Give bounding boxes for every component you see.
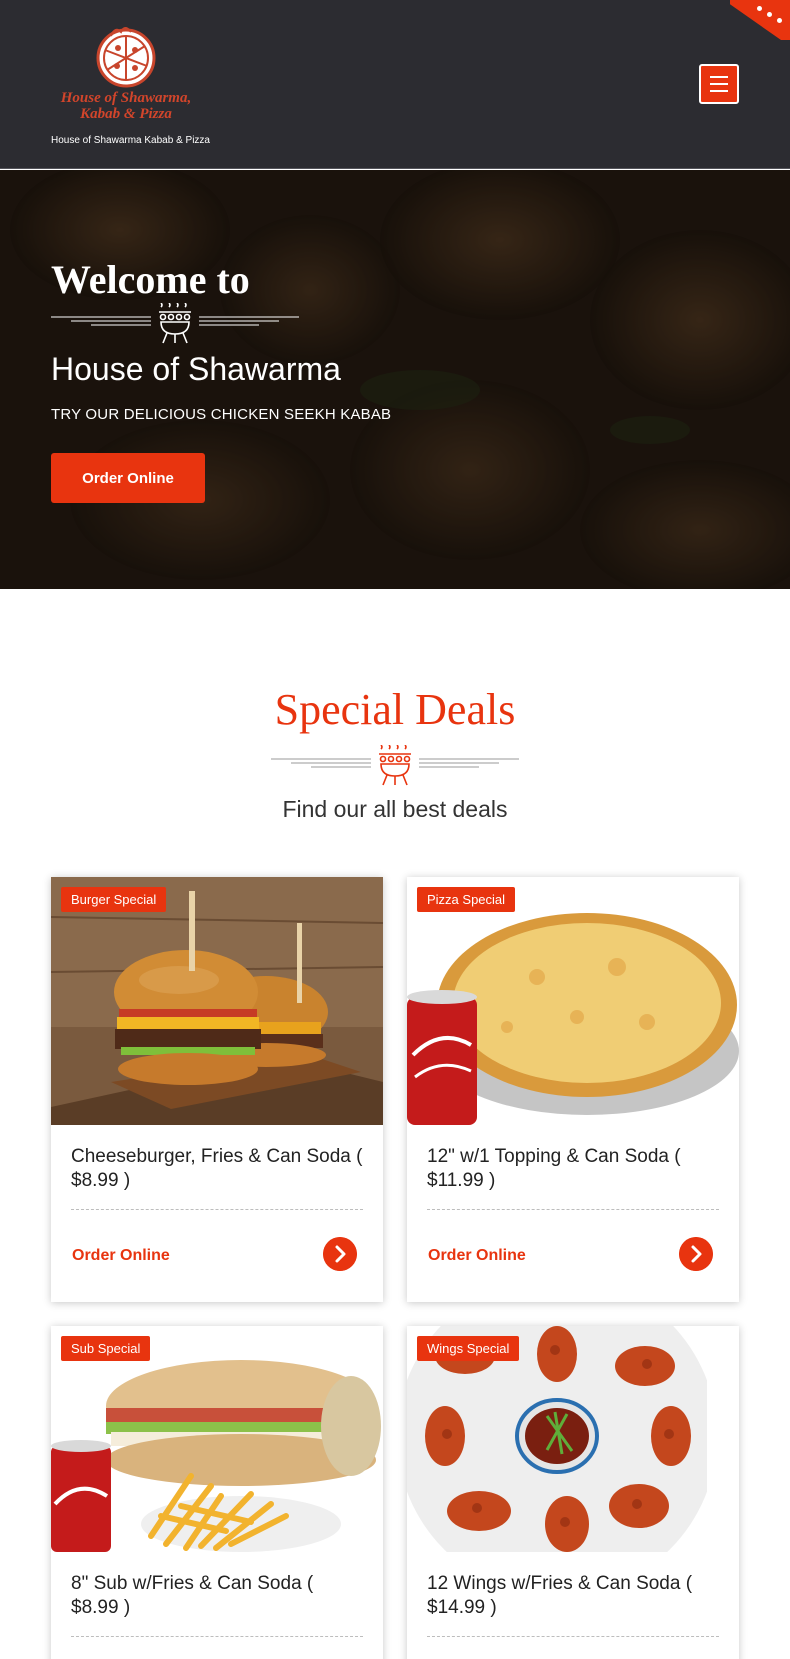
card-divider [71,1209,363,1210]
logo-text-line1: House of Shawarma, [60,90,191,106]
hamburger-menu-icon [710,76,728,78]
card-title[interactable]: Cheeseburger, Fries & Can Soda ( $8.99 ) [71,1145,363,1193]
card-order-online-link[interactable]: Order Online [72,1247,170,1265]
hero-banner: Welcome to House of Shawarma TRY OUR DEL… [0,170,790,589]
chevron-right-icon[interactable] [679,1237,713,1271]
logo-text-line2: Kabab & Pizza [79,106,172,122]
page: House of Shawarma, Kabab & Pizza House o… [0,0,790,1659]
hamburger-menu-button[interactable] [699,64,739,104]
hero-order-online-button[interactable]: Order Online [51,453,205,503]
card-badge: Sub Special [61,1336,151,1361]
hero-divider [51,303,299,344]
special-deals-title: Special Deals [274,685,516,734]
logo-tagline: House of Shawarma Kabab & Pizza [51,135,210,146]
card-badge: Pizza Special [417,887,516,912]
deal-card-burger[interactable]: Burger Special Cheeseburger, Fries & Can… [51,877,383,1302]
corner-ribbon[interactable] [730,0,790,40]
deal-card-sub[interactable]: Sub Special 8" Sub w/Fries & Can Soda ( … [51,1326,383,1659]
site-logo[interactable]: House of Shawarma, Kabab & Pizza [51,22,201,122]
burger-deal-image [51,877,383,1125]
chevron-right-icon[interactable] [323,1237,357,1271]
card-divider [427,1636,719,1637]
grill-icon [379,745,411,786]
soda-can-icon [407,990,477,1125]
hero-title: Welcome to [51,257,250,302]
hero-subtitle: House of Shawarma [51,351,341,387]
grill-icon [159,303,191,344]
soda-can-icon [51,1440,111,1552]
dots-icon [757,6,762,11]
hero-tagline: TRY OUR DELICIOUS CHICKEN SEEKH KABAB [51,406,392,423]
card-badge: Wings Special [417,1336,520,1361]
card-divider [427,1209,719,1210]
card-title[interactable]: 12" w/1 Topping & Can Soda ( $11.99 ) [427,1145,719,1193]
card-divider [71,1636,363,1637]
special-deals-divider [271,745,519,786]
card-title[interactable]: 12 Wings w/Fries & Can Soda ( $14.99 ) [427,1572,719,1620]
card-order-online-link[interactable]: Order Online [428,1247,526,1265]
card-badge: Burger Special [61,887,167,912]
deal-card-pizza[interactable]: Pizza Special 12" w/1 Topping & Can Soda… [407,877,739,1302]
card-title[interactable]: 8" Sub w/Fries & Can Soda ( $8.99 ) [71,1572,363,1620]
deal-card-wings[interactable]: Wings Special 12 Wings w/Fries & Can Sod… [407,1326,739,1659]
pizza-logo-icon [96,27,156,88]
special-deals-subtitle: Find our all best deals [282,796,508,822]
pizza-deal-image [407,877,739,1125]
site-header: House of Shawarma, Kabab & Pizza House o… [0,0,790,169]
